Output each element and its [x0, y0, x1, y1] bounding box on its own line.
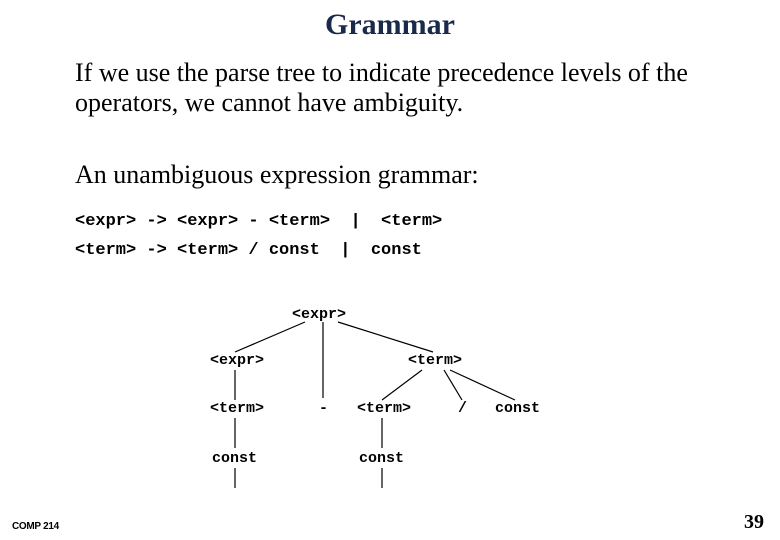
- node-term-left: <term>: [210, 400, 264, 417]
- node-slash: /: [458, 400, 467, 417]
- paragraph-2: An unambiguous expression grammar:: [75, 160, 715, 190]
- node-root-expr: <expr>: [292, 306, 346, 323]
- node-const-left: const: [212, 450, 257, 467]
- footer-page-number: 39: [744, 511, 764, 534]
- rule-1: <expr> -> <expr> - <term> | <term>: [75, 212, 442, 231]
- node-term-mid: <term>: [357, 400, 411, 417]
- node-minus: -: [319, 400, 328, 417]
- node-term-right: <term>: [408, 352, 462, 369]
- node-const-right: const: [495, 400, 540, 417]
- grammar-rules: <expr> -> <expr> - <term> | <term> <term…: [75, 208, 442, 266]
- rule-2: <term> -> <term> / const | const: [75, 241, 422, 260]
- slide: Grammar If we use the parse tree to indi…: [0, 0, 780, 540]
- node-const-mid: const: [359, 450, 404, 467]
- slide-title: Grammar: [0, 8, 780, 42]
- paragraph-1: If we use the parse tree to indicate pre…: [75, 58, 715, 118]
- parse-tree: <expr> <expr> - <term> <term> <term> / c…: [150, 280, 630, 500]
- tree-edges: [150, 280, 630, 500]
- footer-course: COMP 214: [12, 521, 59, 532]
- node-expr-left: <expr>: [210, 352, 264, 369]
